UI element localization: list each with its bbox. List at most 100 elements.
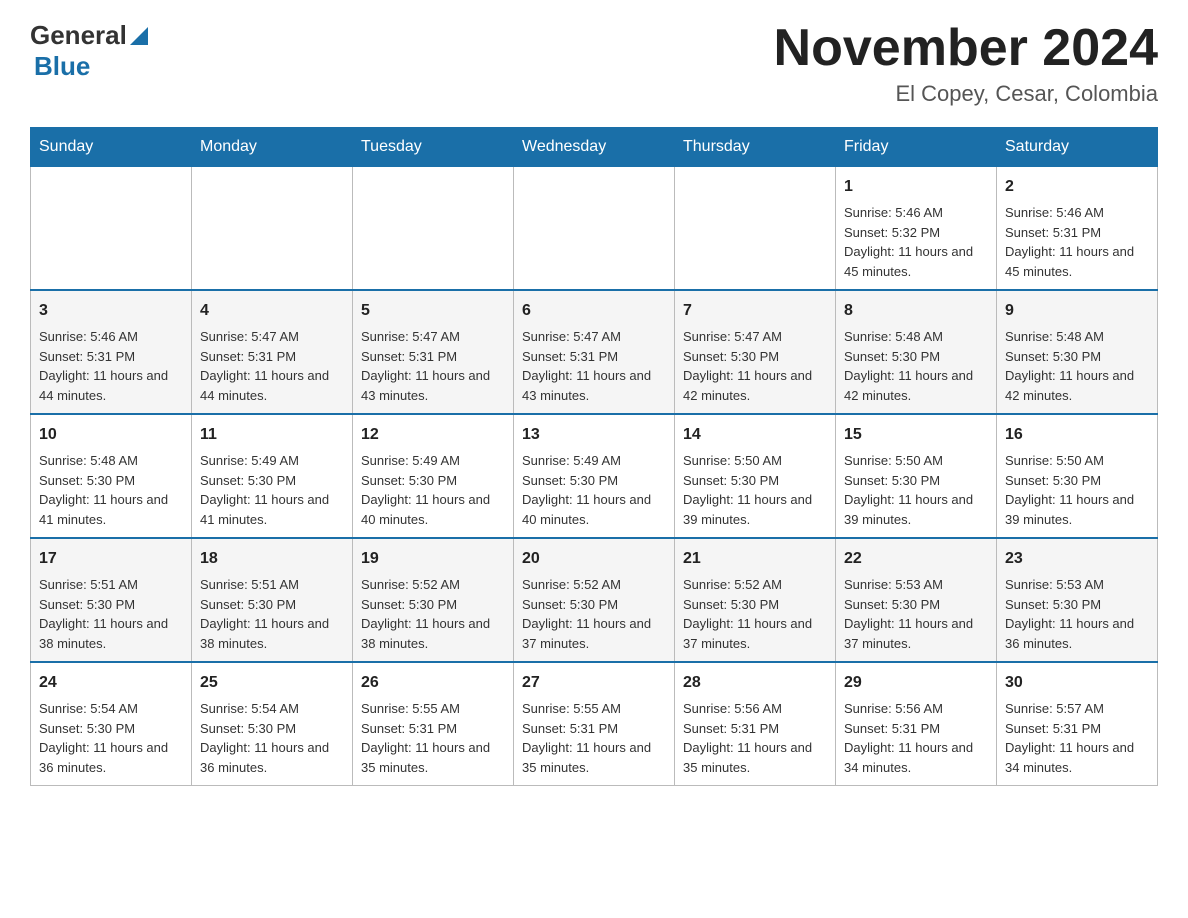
calendar-cell: 13Sunrise: 5:49 AM Sunset: 5:30 PM Dayli… <box>514 414 675 538</box>
calendar-cell <box>192 167 353 291</box>
day-info: Sunrise: 5:52 AM Sunset: 5:30 PM Dayligh… <box>522 575 666 653</box>
day-number: 7 <box>683 299 827 323</box>
calendar-cell: 27 Sunrise: 5:55 AM Sunset: 5:31 PM Dayli… <box>514 662 675 786</box>
weekday-header-saturday: Saturday <box>997 128 1158 167</box>
day-number: 2 <box>1005 175 1149 199</box>
calendar-cell <box>353 167 514 291</box>
day-number: 9 <box>1005 299 1149 323</box>
day-info: Sunrise: 5:52 AM Sunset: 5:30 PM Dayligh… <box>683 575 827 653</box>
day-info: Sunrise: 5:53 AM Sunset: 5:30 PM Dayligh… <box>844 575 988 653</box>
day-info: Sunrise: 5:56 AM Sunset: 5:31 PM Dayligh… <box>683 699 827 777</box>
calendar-cell: 1 Sunrise: 5:46 AM Sunset: 5:32 PM Daylig… <box>836 167 997 291</box>
calendar-header: SundayMondayTuesdayWednesdayThursdayFrid… <box>31 128 1158 167</box>
calendar-cell: 30 Sunrise: 5:57 AM Sunset: 5:31 PM Dayli… <box>997 662 1158 786</box>
day-number: 8 <box>844 299 988 323</box>
day-number: 25 <box>200 671 344 695</box>
calendar-cell: 21 Sunrise: 5:52 AM Sunset: 5:30 PM Dayli… <box>675 538 836 662</box>
weekday-header-row: SundayMondayTuesdayWednesdayThursdayFrid… <box>31 128 1158 167</box>
calendar-cell: 26Sunrise: 5:55 AM Sunset: 5:31 PM Dayli… <box>353 662 514 786</box>
calendar-week-3: 10 Sunrise: 5:48 AM Sunset: 5:30 PM Dayli… <box>31 414 1158 538</box>
day-number: 26 <box>361 671 505 695</box>
month-title: November 2024 <box>774 20 1158 77</box>
calendar-cell: 14 Sunrise: 5:50 AM Sunset: 5:30 PM Dayli… <box>675 414 836 538</box>
day-info: Sunrise: 5:54 AM Sunset: 5:30 PM Dayligh… <box>200 699 344 777</box>
day-number: 5 <box>361 299 505 323</box>
weekday-header-friday: Friday <box>836 128 997 167</box>
day-info: Sunrise: 5:46 AM Sunset: 5:32 PM Dayligh… <box>844 203 988 281</box>
day-info: Sunrise: 5:55 AM Sunset: 5:31 PM Dayligh… <box>522 699 666 777</box>
day-info: Sunrise: 5:46 AM Sunset: 5:31 PM Dayligh… <box>39 327 183 405</box>
calendar-body: 1 Sunrise: 5:46 AM Sunset: 5:32 PM Daylig… <box>31 167 1158 786</box>
day-number: 16 <box>1005 423 1149 447</box>
day-number: 21 <box>683 547 827 571</box>
calendar-cell: 28 Sunrise: 5:56 AM Sunset: 5:31 PM Dayli… <box>675 662 836 786</box>
day-number: 24 <box>39 671 183 695</box>
calendar-table: SundayMondayTuesdayWednesdayThursdayFrid… <box>30 127 1158 786</box>
day-info: Sunrise: 5:51 AM Sunset: 5:30 PM Dayligh… <box>39 575 183 653</box>
day-info: Sunrise: 5:48 AM Sunset: 5:30 PM Dayligh… <box>844 327 988 405</box>
day-info: Sunrise: 5:46 AM Sunset: 5:31 PM Dayligh… <box>1005 203 1149 281</box>
day-info: Sunrise: 5:49 AM Sunset: 5:30 PM Dayligh… <box>361 451 505 529</box>
day-info: Sunrise: 5:56 AM Sunset: 5:31 PM Dayligh… <box>844 699 988 777</box>
day-info: Sunrise: 5:50 AM Sunset: 5:30 PM Dayligh… <box>844 451 988 529</box>
day-info: Sunrise: 5:47 AM Sunset: 5:30 PM Dayligh… <box>683 327 827 405</box>
calendar-cell <box>675 167 836 291</box>
day-info: Sunrise: 5:57 AM Sunset: 5:31 PM Dayligh… <box>1005 699 1149 777</box>
calendar-week-1: 1 Sunrise: 5:46 AM Sunset: 5:32 PM Daylig… <box>31 167 1158 291</box>
calendar-cell: 20 Sunrise: 5:52 AM Sunset: 5:30 PM Dayli… <box>514 538 675 662</box>
day-number: 10 <box>39 423 183 447</box>
logo-blue-text: Blue <box>34 51 90 82</box>
logo-general-text: General <box>30 20 127 51</box>
day-number: 17 <box>39 547 183 571</box>
day-info: Sunrise: 5:54 AM Sunset: 5:30 PM Dayligh… <box>39 699 183 777</box>
day-number: 14 <box>683 423 827 447</box>
day-info: Sunrise: 5:49 AM Sunset: 5:30 PM Dayligh… <box>522 451 666 529</box>
day-info: Sunrise: 5:50 AM Sunset: 5:30 PM Dayligh… <box>1005 451 1149 529</box>
day-info: Sunrise: 5:49 AM Sunset: 5:30 PM Dayligh… <box>200 451 344 529</box>
day-info: Sunrise: 5:52 AM Sunset: 5:30 PM Dayligh… <box>361 575 505 653</box>
day-info: Sunrise: 5:47 AM Sunset: 5:31 PM Dayligh… <box>200 327 344 405</box>
calendar-cell: 10 Sunrise: 5:48 AM Sunset: 5:30 PM Dayli… <box>31 414 192 538</box>
title-section: November 2024 El Copey, Cesar, Colombia <box>774 20 1158 107</box>
day-info: Sunrise: 5:50 AM Sunset: 5:30 PM Dayligh… <box>683 451 827 529</box>
calendar-cell: 23 Sunrise: 5:53 AM Sunset: 5:30 PM Dayli… <box>997 538 1158 662</box>
day-info: Sunrise: 5:51 AM Sunset: 5:30 PM Dayligh… <box>200 575 344 653</box>
day-info: Sunrise: 5:53 AM Sunset: 5:30 PM Dayligh… <box>1005 575 1149 653</box>
day-number: 1 <box>844 175 988 199</box>
page-header: General Blue November 2024 El Copey, Ces… <box>30 20 1158 107</box>
day-number: 11 <box>200 423 344 447</box>
day-number: 20 <box>522 547 666 571</box>
calendar-cell: 15Sunrise: 5:50 AM Sunset: 5:30 PM Dayli… <box>836 414 997 538</box>
logo-arrow-icon <box>130 23 148 50</box>
day-number: 22 <box>844 547 988 571</box>
day-number: 19 <box>361 547 505 571</box>
day-number: 28 <box>683 671 827 695</box>
calendar-cell: 3Sunrise: 5:46 AM Sunset: 5:31 PM Daylig… <box>31 290 192 414</box>
calendar-week-2: 3Sunrise: 5:46 AM Sunset: 5:31 PM Daylig… <box>31 290 1158 414</box>
calendar-cell: 11 Sunrise: 5:49 AM Sunset: 5:30 PM Dayli… <box>192 414 353 538</box>
weekday-header-monday: Monday <box>192 128 353 167</box>
day-number: 30 <box>1005 671 1149 695</box>
day-number: 6 <box>522 299 666 323</box>
calendar-cell: 25 Sunrise: 5:54 AM Sunset: 5:30 PM Dayli… <box>192 662 353 786</box>
day-number: 27 <box>522 671 666 695</box>
day-info: Sunrise: 5:48 AM Sunset: 5:30 PM Dayligh… <box>39 451 183 529</box>
calendar-cell: 6 Sunrise: 5:47 AM Sunset: 5:31 PM Daylig… <box>514 290 675 414</box>
calendar-cell <box>31 167 192 291</box>
day-info: Sunrise: 5:47 AM Sunset: 5:31 PM Dayligh… <box>522 327 666 405</box>
calendar-cell: 16 Sunrise: 5:50 AM Sunset: 5:30 PM Dayli… <box>997 414 1158 538</box>
calendar-cell: 19 Sunrise: 5:52 AM Sunset: 5:30 PM Dayli… <box>353 538 514 662</box>
weekday-header-sunday: Sunday <box>31 128 192 167</box>
calendar-cell: 22 Sunrise: 5:53 AM Sunset: 5:30 PM Dayli… <box>836 538 997 662</box>
day-info: Sunrise: 5:48 AM Sunset: 5:30 PM Dayligh… <box>1005 327 1149 405</box>
day-number: 23 <box>1005 547 1149 571</box>
day-number: 4 <box>200 299 344 323</box>
calendar-week-4: 17 Sunrise: 5:51 AM Sunset: 5:30 PM Dayli… <box>31 538 1158 662</box>
day-info: Sunrise: 5:47 AM Sunset: 5:31 PM Dayligh… <box>361 327 505 405</box>
calendar-cell: 24 Sunrise: 5:54 AM Sunset: 5:30 PM Dayli… <box>31 662 192 786</box>
weekday-header-thursday: Thursday <box>675 128 836 167</box>
calendar-cell: 5 Sunrise: 5:47 AM Sunset: 5:31 PM Daylig… <box>353 290 514 414</box>
calendar-week-5: 24 Sunrise: 5:54 AM Sunset: 5:30 PM Dayli… <box>31 662 1158 786</box>
calendar-cell: 12Sunrise: 5:49 AM Sunset: 5:30 PM Dayli… <box>353 414 514 538</box>
calendar-cell: 9 Sunrise: 5:48 AM Sunset: 5:30 PM Daylig… <box>997 290 1158 414</box>
